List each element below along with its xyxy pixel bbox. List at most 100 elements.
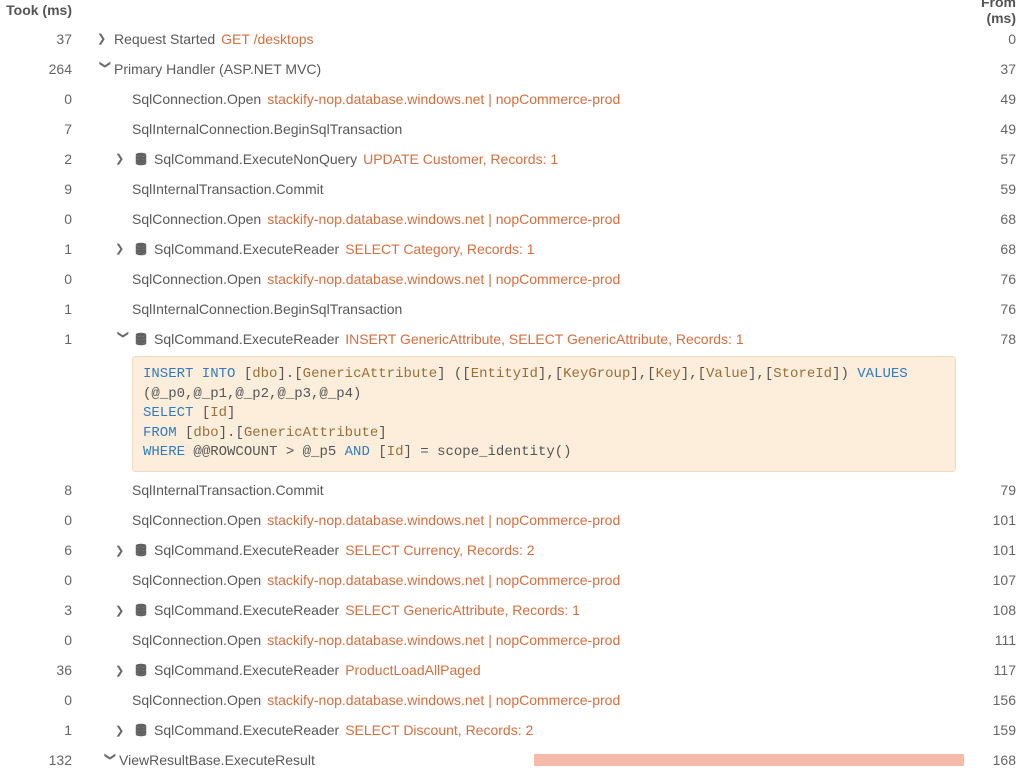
trace-detail: SELECT Category, Records: 1 [345,241,534,257]
database-icon [132,242,150,256]
trace-label: SqlCommand.ExecuteReader [154,602,339,618]
chevron-down-icon[interactable]: ❯ [99,60,112,77]
trace-label: Primary Handler (ASP.NET MVC) [114,61,321,77]
trace-row[interactable]: 3❯SqlCommand.ExecuteReaderSELECT Generic… [0,596,1024,626]
from-ms: 37 [964,61,1024,77]
trace-detail: stackify-nop.database.windows.net | nopC… [267,632,620,648]
from-ms: 111 [964,632,1024,648]
took-ms: 0 [0,211,82,227]
took-ms: 132 [0,752,82,768]
took-ms: 1 [0,241,82,257]
trace-detail: INSERT GenericAttribute, SELECT GenericA… [345,331,743,347]
from-ms: 117 [964,662,1024,678]
trace-row[interactable]: 2 ❯ SqlCommand.ExecuteNonQuery UPDATE Custo… [0,144,1024,174]
took-ms: 1 [0,331,82,347]
took-ms: 2 [0,151,82,167]
database-icon [132,663,150,677]
trace-detail: ProductLoadAllPaged [345,662,480,678]
trace-row[interactable]: 1 SqlInternalConnection.BeginSqlTransacti… [0,294,1024,324]
header-took: Took (ms) [0,2,82,18]
header-from: From (ms) [964,0,1024,26]
trace-detail: stackify-nop.database.windows.net | nopC… [267,211,620,227]
trace-detail: stackify-nop.database.windows.net | nopC… [267,271,620,287]
database-icon [132,723,150,737]
trace-row[interactable]: 8 SqlInternalTransaction.Commit 79 [0,476,1024,506]
took-ms: 1 [0,722,82,738]
trace-row[interactable]: 0SqlConnection.Openstackify-nop.database… [0,566,1024,596]
from-ms: 78 [964,331,1024,347]
chevron-right-icon[interactable]: ❯ [115,604,132,617]
from-ms: 49 [964,91,1024,107]
database-icon [132,603,150,617]
from-ms: 76 [964,301,1024,317]
took-ms: 3 [0,602,82,618]
trace-label: SqlInternalTransaction.Commit [132,482,324,498]
trace-label: SqlCommand.ExecuteReader [154,662,339,678]
trace-label: SqlConnection.Open [132,692,261,708]
from-ms: 108 [964,602,1024,618]
took-ms: 9 [0,181,82,197]
from-ms: 101 [964,512,1024,528]
trace-row[interactable]: 1 ❯ SqlCommand.ExecuteReader SELECT Discoun… [0,716,1024,746]
duration-bar [534,754,964,766]
took-ms: 0 [0,572,82,588]
chevron-right-icon[interactable]: ❯ [115,242,132,255]
from-ms: 101 [964,542,1024,558]
trace-row[interactable]: 0SqlConnection.Openstackify-nop.database… [0,264,1024,294]
took-ms: 8 [0,482,82,498]
database-icon [132,152,150,166]
took-ms: 7 [0,121,82,137]
trace-label: SqlInternalConnection.BeginSqlTransactio… [132,301,402,317]
trace-row[interactable]: 0SqlConnection.Openstackify-nop.database… [0,506,1024,536]
trace-row[interactable]: 132❯ViewResultBase.ExecuteResult168 [0,746,1024,776]
from-ms: 59 [964,181,1024,197]
took-ms: 0 [0,692,82,708]
database-icon [132,543,150,557]
chevron-down-icon[interactable]: ❯ [117,330,130,347]
trace-label: SqlConnection.Open [132,632,261,648]
chevron-right-icon[interactable]: ❯ [115,724,132,737]
took-ms: 37 [0,31,82,47]
chevron-right-icon[interactable]: ❯ [115,152,132,165]
took-ms: 0 [0,271,82,287]
trace-label: SqlCommand.ExecuteReader [154,331,339,347]
trace-row[interactable]: 0SqlConnection.Openstackify-nop.database… [0,626,1024,656]
from-ms: 57 [964,151,1024,167]
trace-row[interactable]: 1 ❯ SqlCommand.ExecuteReader SELECT Categor… [0,234,1024,264]
trace-label: SqlCommand.ExecuteNonQuery [154,151,357,167]
trace-row[interactable]: 36❯SqlCommand.ExecuteReaderProductLoadAl… [0,656,1024,686]
from-ms: 0 [964,31,1024,47]
trace-detail: stackify-nop.database.windows.net | nopC… [267,91,620,107]
sql-code-block[interactable]: INSERT INTO [dbo].[GenericAttribute] ([E… [132,356,956,472]
trace-row[interactable]: 7SqlInternalConnection.BeginSqlTransacti… [0,114,1024,144]
chevron-right-icon[interactable]: ❯ [97,32,114,45]
trace-row[interactable]: 9 SqlInternalTransaction.Commit 59 [0,174,1024,204]
trace-detail: SELECT Discount, Records: 2 [345,722,533,738]
from-ms: 79 [964,482,1024,498]
trace-detail: stackify-nop.database.windows.net | nopC… [267,692,620,708]
from-ms: 76 [964,271,1024,287]
trace-row[interactable]: 0 SqlConnection.Open stackify-nop.database… [0,686,1024,716]
chevron-right-icon[interactable]: ❯ [115,664,132,677]
trace-label: SqlConnection.Open [132,211,261,227]
trace-row[interactable]: 6❯SqlCommand.ExecuteReaderSELECT Currenc… [0,536,1024,566]
trace-label: SqlInternalTransaction.Commit [132,181,324,197]
took-ms: 0 [0,512,82,528]
trace-detail: stackify-nop.database.windows.net | nopC… [267,572,620,588]
from-ms: 68 [964,211,1024,227]
trace-label: SqlCommand.ExecuteReader [154,722,339,738]
trace-label: SqlCommand.ExecuteReader [154,241,339,257]
trace-row[interactable]: 0 SqlConnection.Open stackify-nop.database… [0,204,1024,234]
trace-row[interactable]: 0SqlConnection.Openstackify-nop.database… [0,84,1024,114]
trace-detail: UPDATE Customer, Records: 1 [363,151,558,167]
chevron-down-icon[interactable]: ❯ [104,752,117,769]
trace-detail: stackify-nop.database.windows.net | nopC… [267,512,620,528]
chevron-right-icon[interactable]: ❯ [115,544,132,557]
trace-row[interactable]: 1 ❯ SqlCommand.ExecuteReader INSERT Generic… [0,324,1024,354]
took-ms: 1 [0,301,82,317]
took-ms: 6 [0,542,82,558]
trace-row[interactable]: 264❯Primary Handler (ASP.NET MVC)37 [0,54,1024,84]
from-ms: 156 [964,692,1024,708]
header-row: Took (ms) From (ms) [0,0,1024,24]
trace-row[interactable]: 37❯Request StartedGET /desktops0 [0,24,1024,54]
